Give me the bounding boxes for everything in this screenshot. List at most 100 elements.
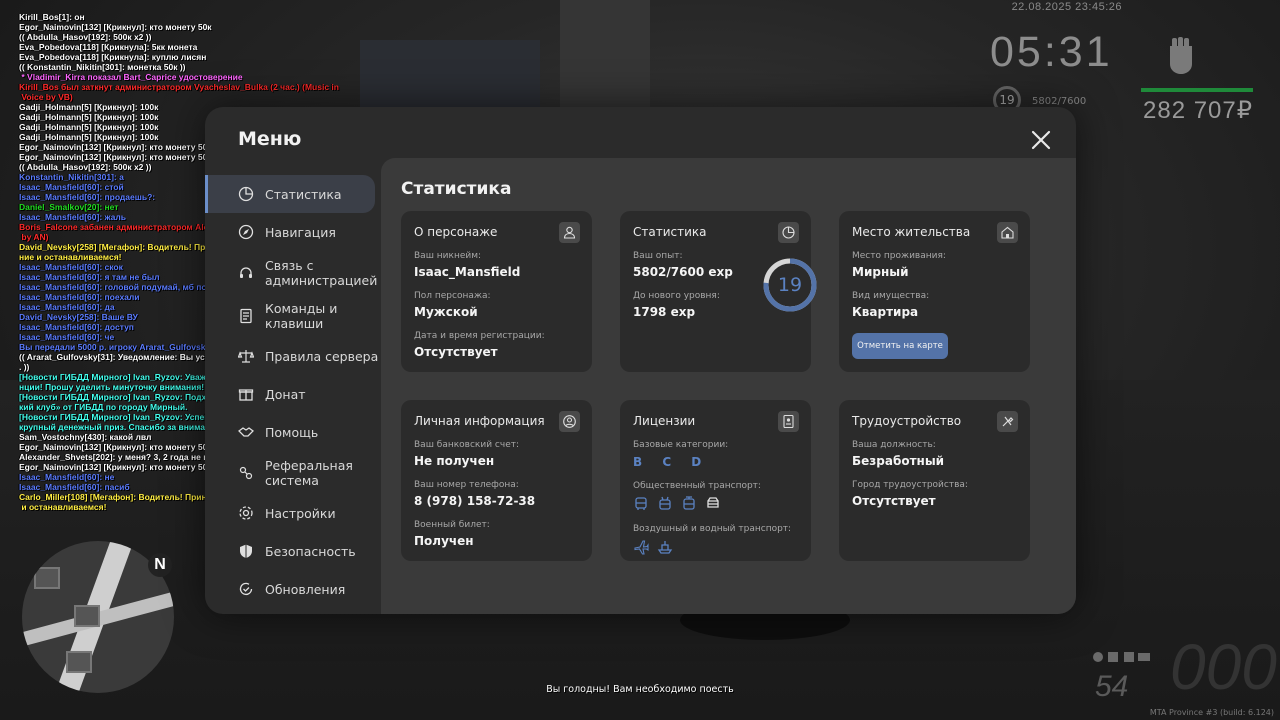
building-marker-icon bbox=[74, 605, 100, 627]
referral-icon bbox=[239, 466, 253, 479]
sidebar-item-label: Донат bbox=[265, 386, 306, 402]
sidebar-item-label: Статистика bbox=[265, 186, 342, 202]
mark-on-map-button[interactable]: Отметить на карте bbox=[852, 333, 948, 359]
scales-icon bbox=[238, 350, 254, 363]
user-icon bbox=[559, 222, 580, 243]
air-water-icons bbox=[633, 539, 798, 555]
hunger-message: Вы голодны! Вам необходимо поесть bbox=[546, 684, 734, 695]
compass-icon bbox=[238, 224, 254, 240]
sidebar-item-referral[interactable]: Реферальная система bbox=[205, 451, 381, 494]
bus-icon bbox=[635, 497, 647, 510]
card-title: Трудоустройство bbox=[852, 414, 962, 428]
pie-chart-icon bbox=[238, 186, 254, 202]
refresh-check-icon bbox=[239, 582, 253, 595]
hud-datetime: 22.08.2025 23:45:26 bbox=[1011, 1, 1122, 13]
fist-icon bbox=[1170, 37, 1192, 74]
sidebar-item-help[interactable]: Помощь bbox=[205, 413, 381, 451]
base-categories-value: B C D bbox=[633, 455, 710, 469]
hud-exp: 5802/7600 bbox=[1032, 96, 1087, 107]
shirt-marker-icon bbox=[66, 651, 92, 673]
gender-label: Пол персонажа: bbox=[414, 291, 491, 301]
card-title: Личная информация bbox=[414, 414, 545, 428]
card-title: О персонаже bbox=[414, 225, 498, 239]
sidebar-item-label: Безопасность bbox=[265, 543, 356, 559]
chat-line: Egor_Naimovin[132] [Крикнул]: кто монету… bbox=[19, 22, 212, 32]
place-label: Место проживания: bbox=[852, 251, 946, 261]
sidebar-item-security[interactable]: Безопасность bbox=[205, 532, 381, 570]
hud-health-bar bbox=[1141, 88, 1253, 92]
airplane-icon bbox=[634, 540, 649, 555]
sidebar-item-label: Правила сервера bbox=[265, 348, 379, 364]
home-icon bbox=[997, 222, 1018, 243]
menu-panel: Меню Статистика Навигация Связь с админи… bbox=[205, 107, 1076, 614]
gender-value: Мужской bbox=[414, 305, 478, 319]
trolleybus-icon bbox=[659, 496, 671, 510]
position-value: Безработный bbox=[852, 454, 945, 468]
sidebar: Статистика Навигация Связь с администрац… bbox=[205, 175, 381, 608]
level-progress-ring: 19 bbox=[762, 257, 818, 313]
sidebar-item-label: Помощь bbox=[265, 424, 319, 440]
property-label: Вид имущества: bbox=[852, 291, 930, 301]
shield-icon bbox=[240, 544, 252, 558]
card-personal-info: Личная информация Ваш банковский счет: Н… bbox=[401, 400, 592, 561]
card-persona: О персонаже Ваш никнейм: Isaac_Mansfield… bbox=[401, 211, 592, 372]
sidebar-item-updates[interactable]: Обновления bbox=[205, 570, 381, 608]
tram-icon bbox=[683, 496, 695, 510]
north-indicator: N bbox=[148, 553, 172, 577]
hud-money: 282 707₽ bbox=[1143, 97, 1254, 124]
chat-line: Eva_Pobedova[118] [Крикнула]: куплю лися… bbox=[19, 52, 207, 62]
vehicle-status-icons bbox=[1093, 652, 1150, 662]
chat-line: (( Abdulla_Hasov[192]: 500к х2 )) bbox=[19, 32, 152, 42]
nick-value: Isaac_Mansfield bbox=[414, 265, 521, 279]
public-transport-icons bbox=[633, 496, 798, 512]
content-title: Статистика bbox=[401, 179, 512, 199]
build-version: MTA Province #3 (build: 6.124) bbox=[1149, 708, 1274, 717]
badge-icon bbox=[778, 411, 799, 432]
building bbox=[360, 40, 540, 110]
reg-label: Дата и время регистрации: bbox=[414, 331, 545, 341]
pie-chart-icon bbox=[778, 222, 799, 243]
card-title: Место жительства bbox=[852, 225, 971, 239]
card-residence: Место жительства Место проживания: Мирны… bbox=[839, 211, 1030, 372]
card-licenses: Лицензии Базовые категории: B C D Общест… bbox=[620, 400, 811, 561]
tools-icon bbox=[997, 411, 1018, 432]
sidebar-item-settings[interactable]: Настройки bbox=[205, 494, 381, 532]
sidebar-item-donate[interactable]: Донат bbox=[205, 375, 381, 413]
sidebar-item-label: Связь с администрацией bbox=[265, 257, 378, 288]
sidebar-item-navigation[interactable]: Навигация bbox=[205, 213, 381, 251]
card-employment: Трудоустройство Ваша должность: Безработ… bbox=[839, 400, 1030, 561]
nick-label: Ваш никнейм: bbox=[414, 251, 482, 261]
content-area: Статистика О персонаже Ваш никнейм: Isaa… bbox=[381, 158, 1076, 614]
taxi-icon bbox=[707, 497, 719, 508]
chat-line: Kirill_Bos[1]: он bbox=[19, 12, 85, 22]
chat-line: (( Konstantin_Nikitin[301]: монетка 50к … bbox=[19, 62, 186, 72]
phone-label: Ваш номер телефона: bbox=[414, 480, 519, 490]
sidebar-item-label: Обновления bbox=[265, 581, 346, 597]
level-number: 19 bbox=[777, 274, 803, 296]
public-transport-label: Общественный транспорт: bbox=[633, 481, 761, 491]
card-title: Лицензии bbox=[633, 414, 696, 428]
menu-title: Меню bbox=[238, 128, 302, 150]
building bbox=[560, 0, 650, 110]
military-value: Получен bbox=[414, 534, 474, 548]
sidebar-item-commands[interactable]: Команды и клавиши bbox=[205, 294, 381, 337]
sidebar-item-rules[interactable]: Правила сервера bbox=[205, 337, 381, 375]
air-water-label: Воздушный и водный транспорт: bbox=[633, 524, 792, 534]
base-categories-label: Базовые категории: bbox=[633, 440, 729, 450]
document-icon bbox=[240, 308, 252, 323]
sidebar-item-label: Команды и клавиши bbox=[265, 300, 338, 331]
city-label: Город трудоустройства: bbox=[852, 480, 968, 490]
position-label: Ваша должность: bbox=[852, 440, 936, 450]
sidebar-item-statistics[interactable]: Статистика bbox=[205, 175, 375, 213]
sidebar-item-label: Навигация bbox=[265, 224, 336, 240]
military-label: Военный билет: bbox=[414, 520, 490, 530]
property-value: Квартира bbox=[852, 305, 919, 319]
handshake-icon bbox=[238, 427, 254, 437]
phone-value: 8 (978) 158-72-38 bbox=[414, 494, 536, 508]
sidebar-item-contact-admin[interactable]: Связь с администрацией bbox=[205, 251, 381, 294]
sidebar-item-label: Настройки bbox=[265, 505, 336, 521]
user-circle-icon bbox=[559, 411, 580, 432]
close-icon[interactable] bbox=[1028, 127, 1054, 153]
gift-icon bbox=[238, 389, 254, 401]
card-stats: Статистика Ваш опыт: 5802/7600 exp До но… bbox=[620, 211, 817, 372]
